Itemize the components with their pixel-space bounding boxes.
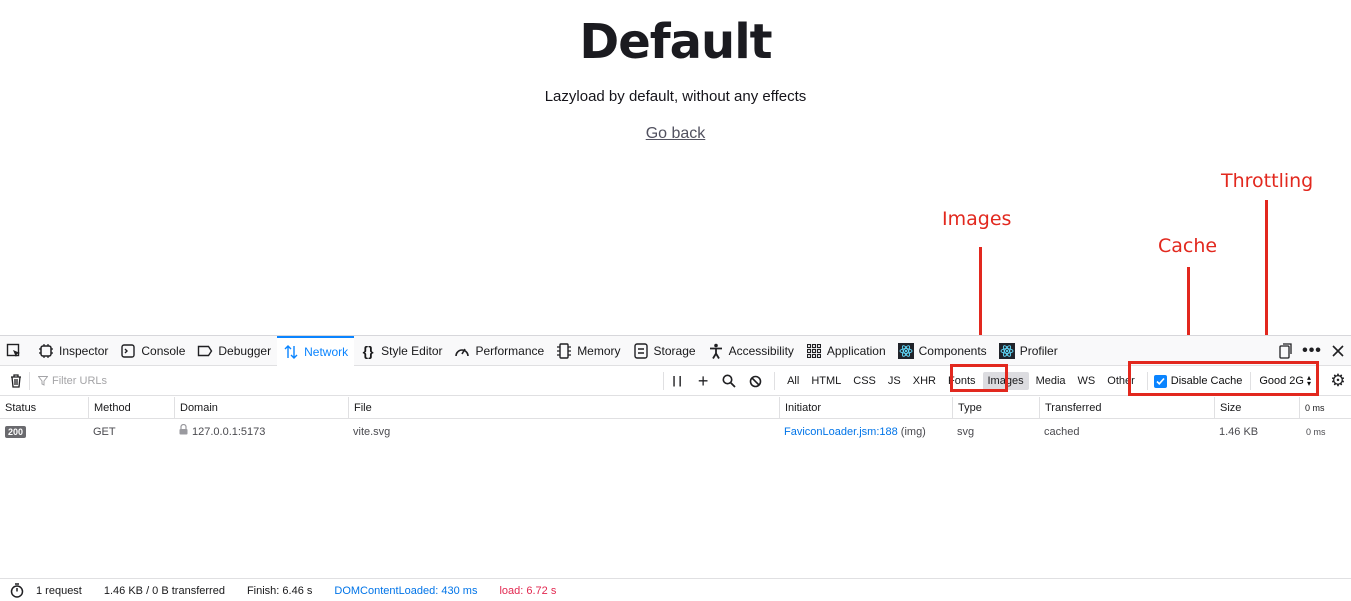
tab-profiler[interactable]: Profiler — [993, 336, 1064, 366]
tab-application[interactable]: Application — [800, 336, 892, 366]
row-method: GET — [93, 426, 116, 438]
load-time: load: 6.72 s — [499, 584, 557, 597]
tab-label: Profiler — [1019, 343, 1058, 358]
requests-table-header: Status Method Domain File Initiator Type… — [0, 397, 1351, 419]
network-icon — [283, 344, 299, 360]
row-initiator: FaviconLoader.jsm:188 (img) — [779, 420, 926, 444]
annotation-cache-label: Cache — [1158, 235, 1218, 257]
tab-label: Style Editor — [381, 343, 443, 358]
go-back-link[interactable]: Go back — [646, 125, 706, 142]
responsive-icon — [1279, 342, 1292, 359]
tab-label: Console — [141, 343, 186, 358]
row-domain: 127.0.0.1:5173 — [174, 420, 265, 444]
stopwatch-icon[interactable] — [10, 583, 24, 598]
braces-icon: {} — [362, 342, 374, 359]
column-transferred[interactable]: Transferred — [1039, 397, 1101, 419]
tab-label: Application — [826, 343, 886, 358]
accessibility-icon — [708, 343, 724, 359]
tab-label: Inspector — [59, 343, 109, 358]
type-filter-js[interactable]: JS — [883, 372, 906, 390]
gauge-icon — [454, 343, 470, 359]
request-count: 1 request — [36, 584, 82, 597]
row-type: svg — [957, 426, 975, 438]
row-timing: 0 ms — [1306, 427, 1326, 437]
clear-trash-icon[interactable] — [3, 369, 29, 393]
tab-memory[interactable]: Memory — [550, 336, 626, 366]
filter-urls-input[interactable]: Filter URLs — [38, 375, 107, 387]
tab-console[interactable]: Console — [114, 336, 191, 366]
page-subtitle: Lazyload by default, without any effects — [544, 88, 807, 105]
console-icon — [120, 343, 136, 359]
status-badge: 200 — [5, 426, 27, 438]
type-filter-html[interactable]: HTML — [806, 372, 846, 390]
column-domain[interactable]: Domain — [174, 397, 218, 419]
column-initiator[interactable]: Initiator — [779, 397, 821, 419]
add-icon[interactable]: + — [690, 369, 716, 393]
column-file[interactable]: File — [348, 397, 372, 419]
page-title: Default — [579, 14, 772, 70]
initiator-link[interactable]: FaviconLoader.jsm:188 — [784, 426, 898, 438]
tab-label: Network — [304, 344, 349, 359]
react-icon — [897, 342, 914, 359]
filter-placeholder: Filter URLs — [52, 375, 108, 387]
tab-inspector[interactable]: Inspector — [32, 336, 114, 366]
tab-label: Accessibility — [728, 343, 794, 358]
type-filter-css[interactable]: CSS — [848, 372, 881, 390]
tab-debugger[interactable]: Debugger — [191, 336, 277, 366]
row-file: vite.svg — [353, 426, 391, 438]
tab-network[interactable]: Network — [277, 335, 355, 366]
more-menu-icon[interactable]: ••• — [1299, 339, 1325, 363]
lock-icon — [179, 420, 188, 444]
react-icon — [998, 342, 1015, 359]
block-icon[interactable] — [742, 369, 768, 393]
row-size: 1.46 KB — [1219, 426, 1259, 438]
network-status-bar: 1 request 1.46 KB / 0 B transferred Fini… — [0, 578, 1351, 601]
tab-performance[interactable]: Performance — [448, 336, 550, 366]
row-domain-text: 127.0.0.1:5173 — [192, 426, 266, 438]
tab-components[interactable]: Components — [892, 336, 993, 366]
annotation-images-box — [950, 364, 1008, 392]
finish-time: Finish: 6.46 s — [246, 584, 313, 597]
column-type[interactable]: Type — [952, 397, 982, 419]
type-filter-ws[interactable]: WS — [1073, 372, 1101, 390]
initiator-suffix: (img) — [900, 426, 926, 438]
tab-label: Debugger — [218, 343, 272, 358]
memory-icon — [556, 342, 572, 359]
tab-label: Storage — [653, 343, 696, 358]
tab-label: Components — [918, 343, 987, 358]
dom-content-loaded: DOMContentLoaded: 430 ms — [334, 584, 478, 597]
tab-accessibility[interactable]: Accessibility — [702, 336, 800, 366]
close-icon[interactable] — [1325, 339, 1351, 363]
annotation-cache-throttling-box — [1128, 361, 1319, 396]
element-picker-button[interactable] — [0, 336, 32, 366]
debugger-icon — [197, 343, 213, 359]
storage-icon — [633, 342, 649, 359]
tab-label: Performance — [475, 343, 545, 358]
transferred-summary: 1.46 KB / 0 B transferred — [103, 584, 225, 597]
column-status[interactable]: Status — [0, 397, 36, 419]
settings-gear-icon[interactable]: ⚙ — [1325, 369, 1351, 393]
row-transferred: cached — [1044, 426, 1080, 438]
column-method[interactable]: Method — [88, 397, 131, 419]
type-filter-media[interactable]: Media — [1031, 372, 1071, 390]
annotation-images-label: Images — [942, 208, 1012, 230]
picker-icon — [6, 343, 22, 359]
column-size[interactable]: Size — [1214, 397, 1241, 419]
annotation-throttling-label: Throttling — [1221, 170, 1314, 192]
filter-icon — [38, 376, 48, 386]
column-waterfall[interactable]: 0 ms — [1299, 397, 1325, 419]
inspector-icon — [38, 343, 54, 359]
tab-storage[interactable]: Storage — [627, 336, 702, 366]
tab-style-editor[interactable]: {} Style Editor — [354, 336, 448, 366]
dock-options-button[interactable] — [1273, 339, 1299, 363]
table-row[interactable]: 200 GET 127.0.0.1:5173 vite.svg FaviconL… — [0, 420, 1351, 444]
type-filter-xhr[interactable]: XHR — [908, 372, 941, 390]
application-grid-icon — [806, 343, 822, 359]
type-filter-all[interactable]: All — [782, 372, 804, 390]
search-icon[interactable] — [716, 369, 742, 393]
pause-icon[interactable]: | | — [664, 369, 690, 393]
tab-label: Memory — [577, 343, 621, 358]
